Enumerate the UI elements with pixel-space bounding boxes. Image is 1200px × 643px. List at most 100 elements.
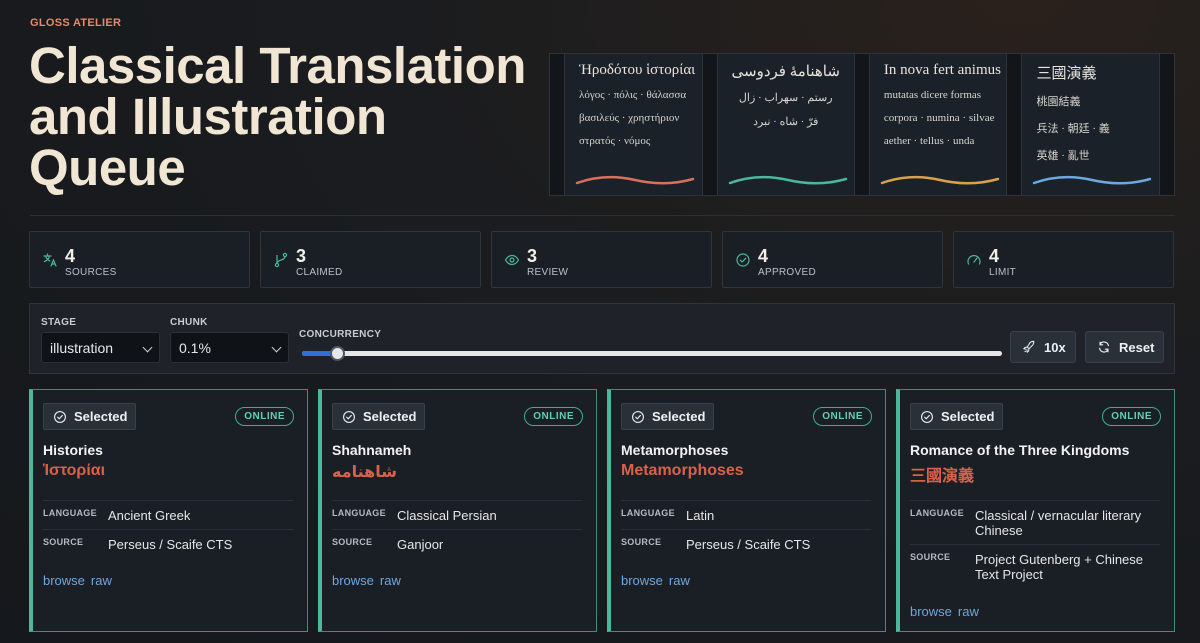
source-key: SOURCE <box>332 537 373 547</box>
speed-label: 10x <box>1044 339 1066 355</box>
reset-button[interactable]: Reset <box>1085 331 1164 363</box>
status-badge: ONLINE <box>235 407 294 426</box>
book-line: mutatas dicere formas <box>883 89 982 101</box>
source-row: SOURCE Project Gutenberg + Chinese Text … <box>910 544 1160 588</box>
source-row: SOURCE Ganjoor <box>332 529 582 558</box>
wave-decoration <box>880 175 1000 185</box>
book-line: βασιλεύς · χρηστήριον <box>579 112 680 124</box>
language-row: LANGUAGE Ancient Greek <box>43 500 293 529</box>
stage-select[interactable]: illustration <box>41 332 160 363</box>
card-links: browse raw <box>910 604 979 619</box>
browse-link[interactable]: browse <box>621 573 663 588</box>
source-row: SOURCE Perseus / Scaife CTS <box>43 529 293 558</box>
source-card[interactable]: Selected ONLINE Histories Ἱστορίαι LANGU… <box>29 389 308 632</box>
book-title: In nova fert animus <box>883 62 1001 78</box>
selected-label: Selected <box>941 409 995 424</box>
card-title: Histories <box>43 442 103 458</box>
source-value: Project Gutenberg + Chinese Text Project <box>975 552 1144 582</box>
chunk-select[interactable]: 0.1% <box>170 332 289 363</box>
status-badge: ONLINE <box>813 407 872 426</box>
card-title: Romance of the Three Kingdoms <box>910 442 1130 458</box>
source-value: Perseus / Scaife CTS <box>686 537 811 552</box>
chunk-value: 0.1% <box>179 340 211 356</box>
browse-link[interactable]: browse <box>910 604 952 619</box>
raw-link[interactable]: raw <box>91 573 112 588</box>
selected-label: Selected <box>363 409 417 424</box>
book-line: aether · tellus · unda <box>883 135 975 147</box>
selected-toggle[interactable]: Selected <box>910 403 1004 430</box>
language-row: LANGUAGE Classical / vernacular literary… <box>910 500 1160 544</box>
stat-sources: 4 SOURCES <box>29 231 250 288</box>
book-title: شاهنامهٔ فردوسی <box>731 64 840 80</box>
speed-button[interactable]: 10x <box>1010 331 1076 363</box>
card-links: browse raw <box>332 573 401 588</box>
source-card[interactable]: Selected ONLINE Romance of the Three Kin… <box>896 389 1175 632</box>
check-circle-icon <box>632 410 644 423</box>
browse-link[interactable]: browse <box>332 573 374 588</box>
hero-book-greek: Ἡροδότου ἱστορίαι λόγος · πόλις · θάλασσ… <box>564 54 703 195</box>
selected-toggle[interactable]: Selected <box>332 403 426 430</box>
source-card[interactable]: Selected ONLINE Shahnameh شاهنامه LANGUA… <box>318 389 597 632</box>
selected-label: Selected <box>652 409 706 424</box>
book-line: فرّ · شاه · نبرد <box>753 116 819 128</box>
check-circle-icon <box>343 410 355 423</box>
source-key: SOURCE <box>910 552 951 562</box>
book-line: στρατός · νόμος <box>579 135 651 147</box>
source-cards: Selected ONLINE Histories Ἱστορίαι LANGU… <box>29 389 1175 632</box>
stat-label: LIMIT <box>989 267 1017 278</box>
stat-label: APPROVED <box>758 267 816 278</box>
book-line: corpora · numina · silvae <box>883 112 995 124</box>
book-line: 桃園結義 <box>1036 96 1081 108</box>
stage-label: STAGE <box>41 317 77 328</box>
source-card[interactable]: Selected ONLINE Metamorphoses Metamorpho… <box>607 389 886 632</box>
concurrency-slider[interactable] <box>302 346 1002 361</box>
language-row: LANGUAGE Classical Persian <box>332 500 582 529</box>
check-circle-icon <box>54 410 66 423</box>
language-key: LANGUAGE <box>43 508 97 518</box>
book-line: 兵法 · 朝廷 · 義 <box>1036 123 1110 135</box>
language-key: LANGUAGE <box>332 508 386 518</box>
stat-label: CLAIMED <box>296 267 343 278</box>
stage-value: illustration <box>50 340 114 356</box>
raw-link[interactable]: raw <box>958 604 979 619</box>
raw-link[interactable]: raw <box>669 573 690 588</box>
refresh-icon <box>1099 341 1109 353</box>
slider-thumb[interactable] <box>330 346 345 361</box>
hero-book-strip: Ἡροδότου ἱστορίαι λόγος · πόλις · θάλασσ… <box>549 53 1175 196</box>
source-value: Perseus / Scaife CTS <box>108 537 233 552</box>
stat-value: 4 <box>65 246 76 266</box>
divider <box>30 215 1175 216</box>
hero-book-chinese: 三國演義 桃園結義 兵法 · 朝廷 · 義 英雄 · 亂世 <box>1021 54 1161 195</box>
controls-panel: STAGE illustration CHUNK 0.1% CONCURRENC… <box>29 303 1175 374</box>
stats-row: 4 SOURCES 3 CLAIMED 3 REVIEW 4 APPROVED … <box>29 231 1175 288</box>
selected-toggle[interactable]: Selected <box>621 403 715 430</box>
selected-label: Selected <box>74 409 128 424</box>
eye-icon <box>504 254 520 266</box>
browse-link[interactable]: browse <box>43 573 85 588</box>
language-row: LANGUAGE Latin <box>621 500 871 529</box>
language-value: Ancient Greek <box>108 508 191 523</box>
source-row: SOURCE Perseus / Scaife CTS <box>621 529 871 558</box>
brand-label: GLOSS ATELIER <box>30 17 122 29</box>
language-key: LANGUAGE <box>621 508 675 518</box>
stat-review: 3 REVIEW <box>491 231 712 288</box>
wave-decoration <box>575 175 695 185</box>
check-circle-icon <box>736 253 750 267</box>
raw-link[interactable]: raw <box>380 573 401 588</box>
card-title: Shahnameh <box>332 442 412 458</box>
book-line: λόγος · πόλις · θάλασσα <box>579 89 687 101</box>
chevron-down-icon <box>271 342 282 353</box>
page-title: Classical Translation and Illustration Q… <box>29 37 526 196</box>
wave-decoration <box>728 175 847 185</box>
selected-toggle[interactable]: Selected <box>43 403 137 430</box>
card-original-title: Ἱστορίαι <box>43 462 106 479</box>
card-title: Metamorphoses <box>621 442 729 458</box>
source-key: SOURCE <box>621 537 662 547</box>
branch-icon <box>274 252 288 268</box>
stat-value: 3 <box>296 246 307 266</box>
book-title: Ἡροδότου ἱστορίαι <box>579 62 696 78</box>
source-value: Ganjoor <box>397 537 444 552</box>
stat-label: REVIEW <box>527 267 569 278</box>
book-line: رستم · سهراب · زال <box>738 92 833 104</box>
translate-icon <box>43 253 57 267</box>
